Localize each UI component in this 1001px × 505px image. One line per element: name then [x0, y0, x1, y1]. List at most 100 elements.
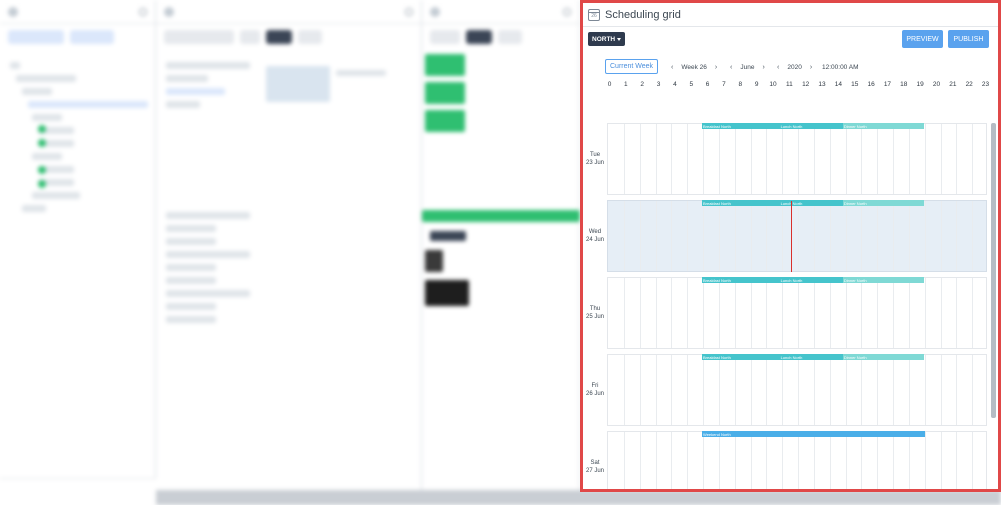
hour-label: 21: [949, 81, 957, 88]
day-row[interactable]: [607, 123, 987, 195]
hour-gridline: [893, 432, 894, 489]
hour-gridline: [671, 201, 673, 271]
day-row[interactable]: [607, 200, 987, 272]
schedule-bar[interactable]: Breakfast North: [702, 354, 780, 360]
hour-gridline: [813, 432, 815, 489]
day-weekday: Fri: [591, 383, 599, 389]
hour-label: 23: [981, 81, 990, 88]
hour-gridline: [829, 355, 831, 425]
hour-gridline: [908, 201, 910, 271]
hour-gridline: [718, 278, 720, 348]
playlists-icon: [430, 6, 440, 17]
current-week-button[interactable]: Current Week: [605, 59, 659, 74]
hour-gridline: [845, 278, 847, 348]
hour-gridline: [972, 201, 974, 271]
next-month-icon[interactable]: ›: [762, 64, 764, 71]
publish-button[interactable]: PUBLISH: [948, 30, 989, 48]
hour-gridline: [687, 201, 689, 271]
hour-gridline: [798, 432, 799, 489]
hour-gridline: [924, 278, 926, 348]
hour-gridline: [623, 201, 625, 271]
hour-gridline: [972, 124, 974, 194]
content-pane: [156, 0, 422, 490]
day-weekday: Tue: [589, 152, 601, 158]
day-label: Thu 25 Jun: [583, 305, 607, 321]
hour-gridline: [940, 124, 942, 194]
hour-gridline: [972, 432, 974, 489]
hour-gridline: [750, 201, 752, 271]
hour-gridline: [703, 124, 704, 194]
schedule-bar[interactable]: Dinner North: [842, 277, 924, 283]
hour-gridline: [845, 124, 847, 194]
hour-gridline: [718, 124, 720, 194]
day-date: 25 Jun: [585, 314, 604, 320]
hour-label: 11: [785, 81, 793, 88]
hour-gridline: [956, 432, 958, 489]
day-row[interactable]: [607, 277, 987, 349]
day-date: 27 Jun: [585, 468, 604, 474]
schedule-bar[interactable]: Dinner North: [842, 200, 924, 206]
players-pane-header: [0, 0, 155, 24]
schedule-bar[interactable]: Breakfast North: [702, 123, 780, 129]
year-label: 2020: [787, 63, 802, 71]
prev-year-icon[interactable]: ‹: [777, 64, 779, 71]
playlists-pane-header: [422, 0, 579, 24]
hour-gridline: [687, 124, 689, 194]
hour-gridline: [687, 355, 689, 425]
schedule-bar[interactable]: Lunch North: [779, 277, 843, 283]
players-buttons: [0, 24, 155, 50]
hour-gridline: [782, 278, 784, 348]
players-icon: [8, 6, 18, 17]
hour-gridline: [940, 355, 942, 425]
status-bar-left: [0, 478, 156, 505]
schedule-bar[interactable]: Breakfast North: [702, 277, 780, 283]
day-label: Tue 23 Jun: [583, 151, 607, 167]
hour-gridline: [798, 201, 799, 271]
next-week-icon[interactable]: ›: [715, 64, 717, 71]
hour-gridline: [703, 201, 704, 271]
hour-label: 7: [722, 81, 726, 88]
vertical-scrollbar[interactable]: [991, 123, 996, 418]
hour-gridline: [908, 355, 910, 425]
schedule-bar[interactable]: Lunch North: [779, 123, 843, 129]
hour-label: 5: [689, 81, 694, 88]
next-year-icon[interactable]: ›: [810, 64, 812, 71]
hour-label: 12: [802, 81, 810, 88]
hour-label: 14: [834, 81, 842, 88]
hour-label: 13: [818, 81, 826, 88]
hour-label: 20: [932, 81, 941, 88]
hour-gridline: [845, 355, 847, 425]
hour-label: 8: [738, 81, 743, 88]
hour-gridline: [908, 432, 910, 489]
region-dropdown[interactable]: NORTH: [588, 32, 626, 46]
day-weekday: Thu: [589, 306, 601, 312]
hour-gridline: [829, 432, 831, 489]
day-label: Fri 26 Jun: [583, 382, 607, 398]
schedule-bar[interactable]: Dinner North: [842, 354, 924, 360]
schedule-bar[interactable]: Lunch North: [779, 354, 843, 360]
hour-gridline: [639, 278, 641, 348]
hour-gridline: [924, 355, 926, 425]
prev-week-icon[interactable]: ‹: [671, 64, 673, 71]
schedule-bar[interactable]: Weekend North: [702, 431, 926, 437]
schedule-bar[interactable]: Dinner North: [842, 123, 924, 129]
hour-label: 10: [769, 81, 777, 88]
day-row[interactable]: [607, 354, 987, 426]
hour-label: 1: [624, 81, 628, 88]
prev-month-icon[interactable]: ‹: [730, 64, 732, 71]
hour-gridline: [956, 355, 958, 425]
hour-gridline: [924, 201, 926, 271]
schedule-bar[interactable]: Lunch North: [779, 200, 843, 206]
hour-label: 22: [965, 81, 973, 88]
hour-gridline: [671, 355, 673, 425]
preview-button[interactable]: PREVIEW: [902, 30, 943, 48]
hour-gridline: [703, 432, 704, 489]
hour-label: 4: [673, 81, 677, 88]
time-label: 12:00:00 AM: [822, 63, 859, 71]
day-label: Sat 27 Jun: [583, 459, 607, 475]
day-row[interactable]: [607, 431, 987, 489]
hour-gridline: [687, 278, 689, 348]
hour-gridline: [671, 432, 673, 489]
hour-gridline: [798, 278, 799, 348]
schedule-bar[interactable]: Breakfast North: [702, 200, 780, 206]
